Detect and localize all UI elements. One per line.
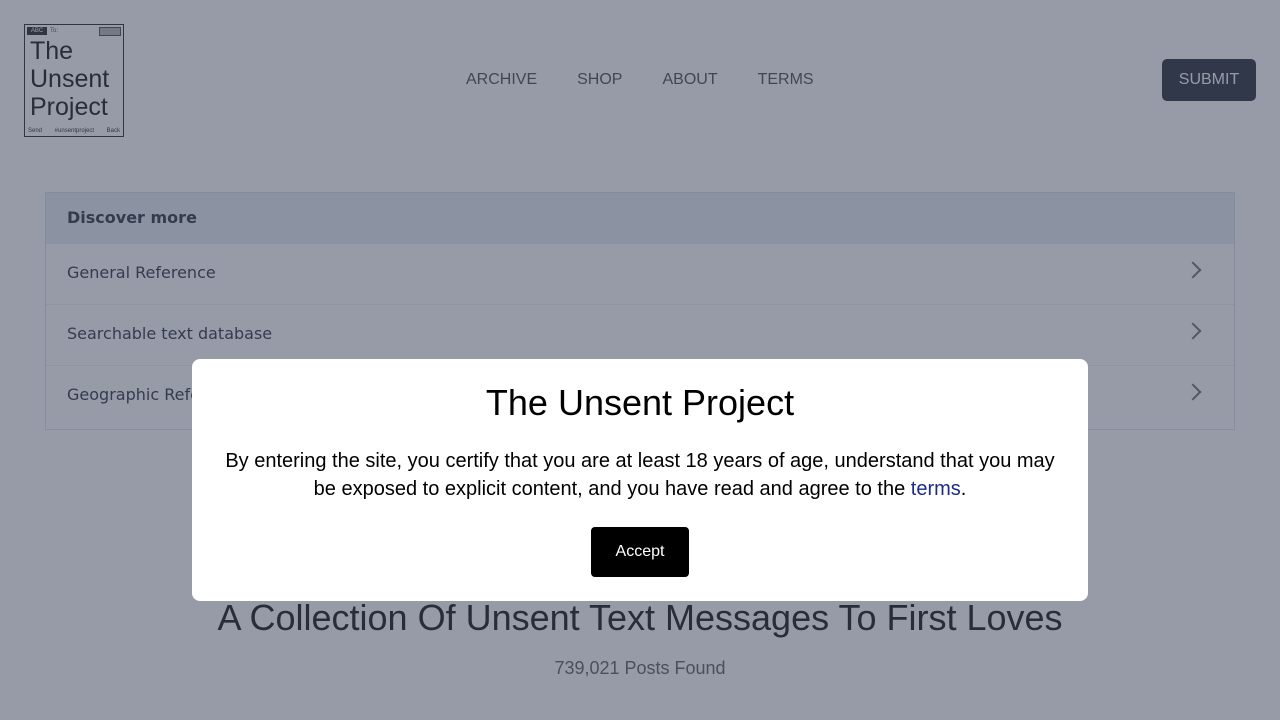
modal-message-end: .: [960, 478, 967, 500]
accept-button[interactable]: Accept: [591, 527, 689, 577]
terms-link[interactable]: terms: [911, 478, 961, 500]
modal-title: The Unsent Project: [485, 382, 795, 423]
age-verification-modal: The Unsent Project By entering the site,…: [192, 359, 1088, 601]
modal-message: By entering the site, you certify that y…: [222, 447, 1058, 503]
